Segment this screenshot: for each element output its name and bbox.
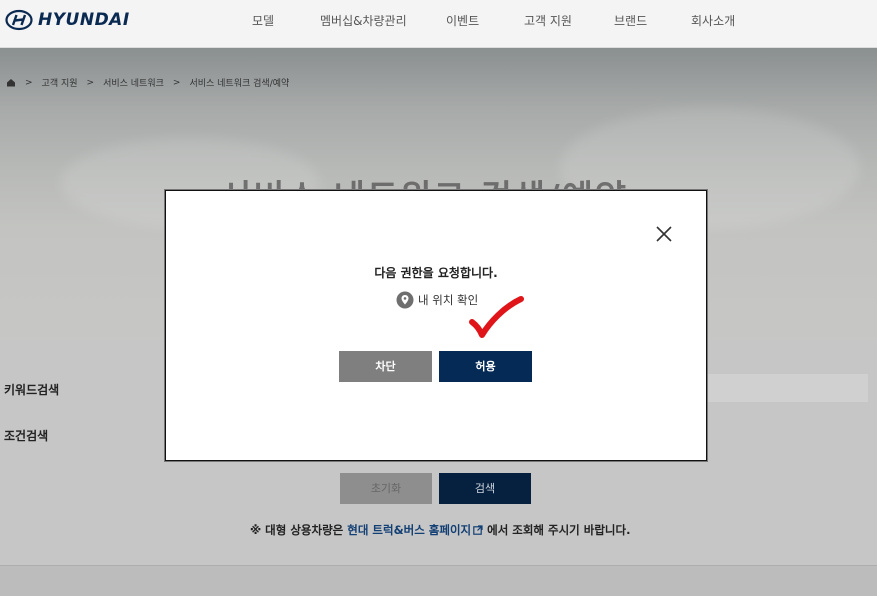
breadcrumb-separator: > xyxy=(172,77,181,88)
keyword-input[interactable] xyxy=(706,374,868,402)
permission-item: 내 위치 확인 xyxy=(396,291,478,309)
permission-dialog: 다음 권한을 요청합니다. 내 위치 확인 차단 허용 xyxy=(165,190,707,461)
breadcrumb-item-support[interactable]: 고객 지원 xyxy=(42,76,78,89)
red-checkmark-icon xyxy=(469,296,524,338)
truck-bus-homepage-link[interactable]: 현대 트럭&버스 홈페이지 xyxy=(347,523,471,537)
reset-button[interactable]: 초기화 xyxy=(340,473,432,504)
keyword-search-label: 키워드검색 xyxy=(4,383,60,397)
breadcrumb-item-network[interactable]: 서비스 네트워크 xyxy=(103,76,164,89)
nav-item-customer-support[interactable]: 고객 지원 xyxy=(524,12,572,29)
allow-button[interactable]: 허용 xyxy=(439,351,532,382)
location-pin-icon xyxy=(396,291,414,309)
breadcrumb-separator: > xyxy=(86,77,95,88)
close-icon[interactable] xyxy=(655,225,673,243)
breadcrumb-separator: > xyxy=(25,77,33,88)
permission-request-message: 다음 권한을 요청합니다. xyxy=(374,266,498,280)
nav-item-models[interactable]: 모델 xyxy=(252,12,274,29)
home-icon[interactable] xyxy=(6,78,16,87)
search-button[interactable]: 검색 xyxy=(439,473,531,504)
notice-prefix: ※ 대형 상용차량은 xyxy=(250,523,348,537)
breadcrumb: > 고객 지원 > 서비스 네트워크 > 서비스 네트워크 검색/예약 xyxy=(6,76,289,89)
block-button[interactable]: 차단 xyxy=(339,351,432,382)
nav-item-events[interactable]: 이벤트 xyxy=(446,12,479,29)
breadcrumb-item-current: 서비스 네트워크 검색/예약 xyxy=(189,79,290,89)
condition-search-label: 조건검색 xyxy=(4,429,49,443)
nav-item-membership[interactable]: 멤버십&차량관리 xyxy=(320,12,407,29)
footer-band xyxy=(0,565,877,596)
nav-item-brand[interactable]: 브랜드 xyxy=(614,12,647,29)
nav-item-company[interactable]: 회사소개 xyxy=(691,12,735,29)
main-nav: 모델 멤버십&차량관리 이벤트 고객 지원 브랜드 회사소개 xyxy=(0,12,877,32)
commercial-vehicle-notice: ※ 대형 상용차량은 현대 트럭&버스 홈페이지 에서 조회해 주시기 바랍니다… xyxy=(250,522,630,538)
external-link-icon[interactable] xyxy=(473,525,483,535)
site-header: HYUNDAI 모델 멤버십&차량관리 이벤트 고객 지원 브랜드 회사소개 xyxy=(0,0,877,48)
notice-suffix: 에서 조회해 주시기 바랍니다. xyxy=(483,523,631,537)
